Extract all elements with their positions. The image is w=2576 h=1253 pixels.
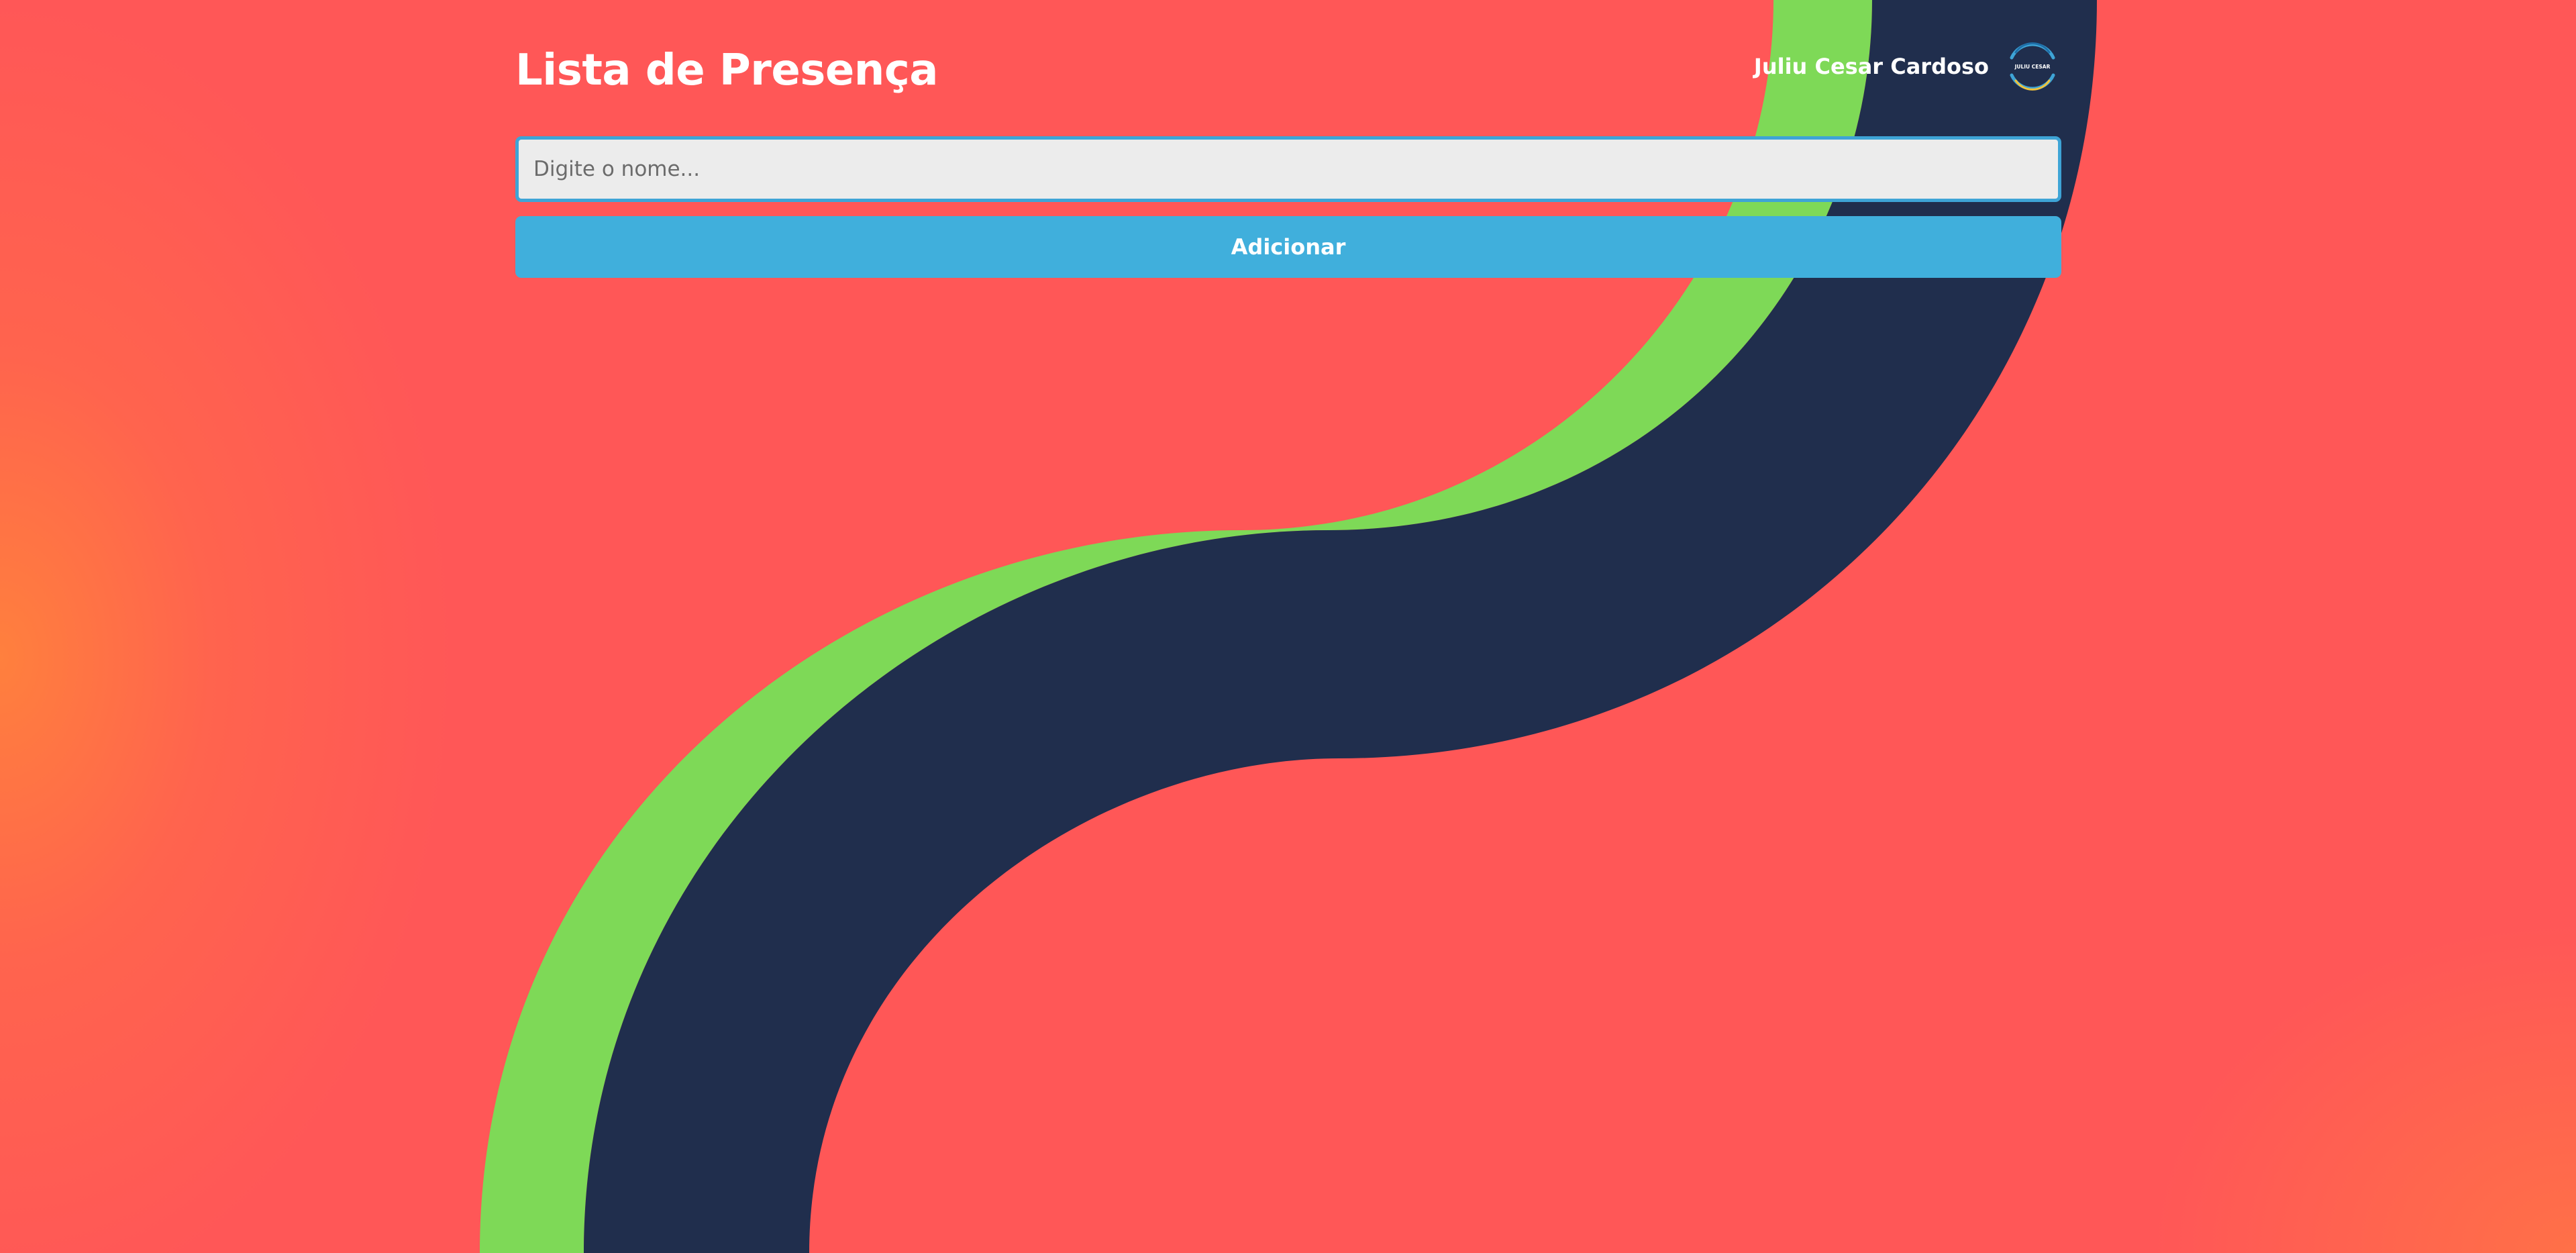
- main-container: Lista de Presença Juliu Cesar Cardoso JU…: [515, 0, 2061, 278]
- add-button[interactable]: Adicionar: [515, 216, 2061, 278]
- page-header: Lista de Presença Juliu Cesar Cardoso JU…: [515, 0, 2061, 134]
- avatar-text: JULIU CESAR: [2014, 64, 2051, 70]
- name-input[interactable]: [515, 136, 2061, 202]
- avatar: JULIU CESAR: [2004, 38, 2061, 95]
- user-name: Juliu Cesar Cardoso: [1753, 54, 1989, 79]
- circular-logo-icon: JULIU CESAR: [2010, 42, 2055, 91]
- page-title: Lista de Presença: [515, 46, 938, 95]
- user-profile: Juliu Cesar Cardoso JULIU CESAR: [1754, 36, 2061, 97]
